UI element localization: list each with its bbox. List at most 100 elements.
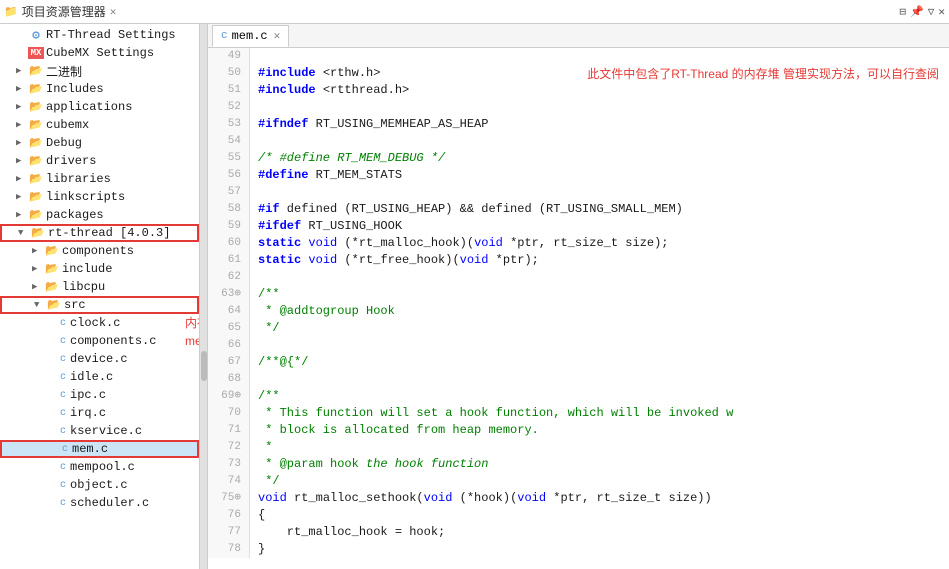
folder-icon: 📂 <box>28 172 44 186</box>
line-number: 74 <box>208 473 250 490</box>
tree-label: linkscripts <box>46 190 125 204</box>
folder-icon: 📂 <box>28 64 44 78</box>
line-content: void rt_malloc_sethook(void (*hook)(void… <box>250 490 712 507</box>
folder-icon: 📂 <box>44 244 60 258</box>
tree-item-clock-c[interactable]: c clock.c <box>0 314 199 332</box>
line-content: #include <rthw.h> <box>250 65 380 82</box>
code-line-75: 75⊕ void rt_malloc_sethook(void (*hook)(… <box>208 490 949 507</box>
tab-bar: c mem.c ✕ <box>208 24 949 48</box>
tree-item-idle-c[interactable]: c idle.c <box>0 368 199 386</box>
tree-item-components-c[interactable]: c components.c <box>0 332 199 350</box>
tree-label: drivers <box>46 154 96 168</box>
tree-item-rt-thread-settings[interactable]: ⚙ RT-Thread Settings <box>0 26 199 44</box>
tree-item-applications[interactable]: ▶ 📂 applications <box>0 98 199 116</box>
folder-icon: 📂 <box>28 154 44 168</box>
tree-item-device-c[interactable]: c device.c <box>0 350 199 368</box>
code-editor[interactable]: 49 50 #include <rthw.h> 51 #include <rtt… <box>208 48 949 569</box>
tree-item-rt-thread[interactable]: ▼ 📂 rt-thread [4.0.3] <box>0 224 199 242</box>
code-line-49: 49 <box>208 48 949 65</box>
tree-item-irq-c[interactable]: c irq.c <box>0 404 199 422</box>
code-line-54: 54 <box>208 133 949 150</box>
tree-item-drivers[interactable]: ▶ 📂 drivers <box>0 152 199 170</box>
folder-open-icon: 📂 <box>46 298 62 312</box>
title-bar-controls: ⊟ 📌 ▽ ✕ <box>899 5 945 19</box>
line-content: } <box>250 541 265 558</box>
tree-item-cubemx[interactable]: ▶ 📂 cubemx <box>0 116 199 134</box>
expand-icon[interactable]: ▽ <box>928 5 935 19</box>
tree-label: Includes <box>46 82 104 96</box>
line-number: 58 <box>208 201 250 218</box>
code-line-74: 74 */ <box>208 473 949 490</box>
tree-label: include <box>62 262 112 276</box>
tree-item-object-c[interactable]: c object.c <box>0 476 199 494</box>
tree-item-libraries[interactable]: ▶ 📂 libraries <box>0 170 199 188</box>
code-line-70: 70 * This function will set a hook funct… <box>208 405 949 422</box>
tree-item-cubemx-settings[interactable]: MX CubeMX Settings <box>0 44 199 62</box>
folder-icon: 📂 <box>28 100 44 114</box>
code-lines: 49 50 #include <rthw.h> 51 #include <rtt… <box>208 48 949 558</box>
line-content: static void (*rt_free_hook)(void *ptr); <box>250 252 539 269</box>
line-content: /* #define RT_MEM_DEBUG */ <box>250 150 445 167</box>
line-number: 59 <box>208 218 250 235</box>
tree-item-packages[interactable]: ▶ 📂 packages <box>0 206 199 224</box>
code-line-66: 66 <box>208 337 949 354</box>
file-c-icon: c <box>60 390 66 401</box>
line-number: 69⊕ <box>208 388 250 405</box>
code-line-77: 77 rt_malloc_hook = hook; <box>208 524 949 541</box>
line-number: 63⊕ <box>208 286 250 303</box>
line-number: 68 <box>208 371 250 388</box>
minimize-icon[interactable]: ⊟ <box>899 5 906 19</box>
code-line-76: 76 { <box>208 507 949 524</box>
code-line-57: 57 <box>208 184 949 201</box>
close-title-icon[interactable]: ✕ <box>938 5 945 19</box>
tab-label: mem.c <box>232 29 268 43</box>
left-scrollbar[interactable] <box>200 24 208 569</box>
tree-label: libcpu <box>62 280 105 294</box>
tree-item-linkscripts[interactable]: ▶ 📂 linkscripts <box>0 188 199 206</box>
line-content: * This function will set a hook function… <box>250 405 733 422</box>
tree-item-includes[interactable]: ▶ 📂 Includes <box>0 80 199 98</box>
file-c-icon: c <box>60 354 66 365</box>
code-line-60: 60 static void (*rt_malloc_hook)(void *p… <box>208 235 949 252</box>
line-number: 64 <box>208 303 250 320</box>
tree-item-scheduler-c[interactable]: c scheduler.c <box>0 494 199 512</box>
code-line-64: 64 * @addtogroup Hook <box>208 303 949 320</box>
tree-label: packages <box>46 208 104 222</box>
line-content: rt_malloc_hook = hook; <box>250 524 445 541</box>
line-content: * <box>250 439 272 456</box>
file-c-icon: c <box>60 372 66 383</box>
tree-item-components[interactable]: ▶ 📂 components <box>0 242 199 260</box>
tree-label: mem.c <box>72 442 108 456</box>
code-line-50: 50 #include <rthw.h> <box>208 65 949 82</box>
line-content: /** <box>250 286 280 303</box>
tree-item-binary[interactable]: ▶ 📂 二进制 <box>0 62 199 80</box>
tree-item-kservice-c[interactable]: c kservice.c <box>0 422 199 440</box>
folder-open-icon: 📂 <box>30 226 46 240</box>
code-line-56: 56 #define RT_MEM_STATS <box>208 167 949 184</box>
tab-mem-c[interactable]: c mem.c ✕ <box>212 25 289 47</box>
line-content: * block is allocated from heap memory. <box>250 422 539 439</box>
tree-item-include[interactable]: ▶ 📂 include <box>0 260 199 278</box>
pin-icon[interactable]: 📌 <box>910 5 924 19</box>
file-c-icon: c <box>60 480 66 491</box>
tree-label: libraries <box>46 172 111 186</box>
tab-close-button[interactable]: ✕ <box>274 29 281 43</box>
line-content: #define RT_MEM_STATS <box>250 167 402 184</box>
line-content: #if defined (RT_USING_HEAP) && defined (… <box>250 201 683 218</box>
title-close-icon[interactable]: ✕ <box>110 5 117 19</box>
line-number: 66 <box>208 337 250 354</box>
tree-item-libcpu[interactable]: ▶ 📂 libcpu <box>0 278 199 296</box>
tree-item-src[interactable]: ▼ 📂 src <box>0 296 199 314</box>
tree-item-mempool-c[interactable]: c mempool.c <box>0 458 199 476</box>
tree-item-ipc-c[interactable]: c ipc.c <box>0 386 199 404</box>
line-number: 52 <box>208 99 250 116</box>
tree-item-mem-c[interactable]: c mem.c <box>0 440 199 458</box>
tree-item-debug[interactable]: ▶ 📂 Debug <box>0 134 199 152</box>
line-number: 56 <box>208 167 250 184</box>
tree-label: Debug <box>46 136 82 150</box>
code-line-52: 52 <box>208 99 949 116</box>
line-content: #ifndef RT_USING_MEMHEAP_AS_HEAP <box>250 116 488 133</box>
file-c-icon: c <box>60 498 66 509</box>
line-number: 51 <box>208 82 250 99</box>
folder-icon: 📂 <box>28 82 44 96</box>
